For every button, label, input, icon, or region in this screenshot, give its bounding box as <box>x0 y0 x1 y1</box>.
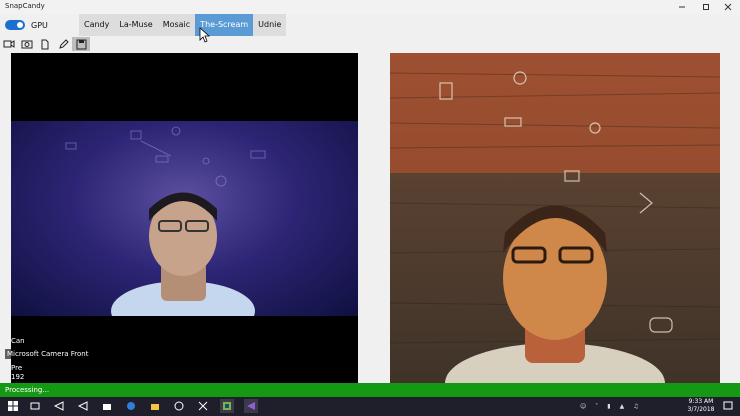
status-text: Processing... <box>5 386 50 394</box>
windows-taskbar: ☺ ˄ ▮ ▲ ♫ 9:33 AM 3/7/2018 <box>0 397 740 416</box>
gpu-label: GPU <box>31 21 48 30</box>
top-controls: GPU Candy La-Muse Mosaic The-Scream Udni… <box>0 14 740 36</box>
camera-name-label: Microsoft Camera Front <box>5 349 91 359</box>
battery-icon[interactable]: ▮ <box>607 403 610 410</box>
camera-info-line-2: Pre <box>11 364 23 372</box>
tool-icon[interactable] <box>196 399 210 413</box>
camera-info-line-1: Can <box>11 337 25 345</box>
tab-candy[interactable]: Candy <box>79 14 114 36</box>
people-icon[interactable]: ☺ <box>580 403 586 410</box>
task-view-icon[interactable] <box>28 399 42 413</box>
start-icon[interactable] <box>6 399 20 413</box>
visual-studio-icon-2[interactable] <box>76 399 90 413</box>
minimize-icon[interactable] <box>670 0 694 14</box>
store-icon[interactable] <box>100 399 114 413</box>
camera-preview-pane: Can Pre 192 <box>11 53 358 383</box>
tab-la-muse[interactable]: La-Muse <box>114 14 157 36</box>
pen-icon[interactable] <box>54 37 72 51</box>
close-icon[interactable] <box>716 0 740 14</box>
stylized-output-image <box>390 53 720 383</box>
icon-toolbar <box>0 37 90 51</box>
tab-udnie[interactable]: Udnie <box>253 14 286 36</box>
toggle-knob <box>17 22 23 28</box>
video-icon[interactable] <box>0 37 18 51</box>
file-explorer-icon[interactable] <box>148 399 162 413</box>
file-icon[interactable] <box>36 37 54 51</box>
mouse-cursor-icon <box>199 27 211 43</box>
camera-feed-image <box>11 121 358 316</box>
save-icon[interactable] <box>72 37 90 51</box>
browser-icon[interactable] <box>172 399 186 413</box>
app-icon[interactable] <box>220 399 234 413</box>
gpu-toggle[interactable] <box>5 20 25 30</box>
style-tabs: Candy La-Muse Mosaic The-Scream Udnie <box>79 14 287 36</box>
notification-icon[interactable] <box>721 399 735 413</box>
visual-studio-icon[interactable] <box>52 399 66 413</box>
edge-icon[interactable] <box>124 399 138 413</box>
camera-info-line-3: 192 <box>11 373 25 381</box>
chevron-up-icon[interactable]: ˄ <box>595 403 598 410</box>
clock-date: 3/7/2018 <box>687 406 715 413</box>
visual-studio-icon-3[interactable] <box>244 399 258 413</box>
status-bar: Processing... <box>0 383 740 397</box>
window-title: SnapCandy <box>5 2 45 10</box>
system-tray: ☺ ˄ ▮ ▲ ♫ <box>580 397 639 416</box>
tab-mosaic[interactable]: Mosaic <box>158 14 196 36</box>
volume-icon[interactable]: ♫ <box>633 403 638 410</box>
taskbar-clock[interactable]: 9:33 AM 3/7/2018 <box>684 398 718 414</box>
camera-icon[interactable] <box>18 37 36 51</box>
network-icon[interactable]: ▲ <box>620 403 625 410</box>
title-bar: SnapCandy <box>0 0 740 14</box>
maximize-icon[interactable] <box>694 0 718 14</box>
clock-time: 9:33 AM <box>688 398 714 405</box>
